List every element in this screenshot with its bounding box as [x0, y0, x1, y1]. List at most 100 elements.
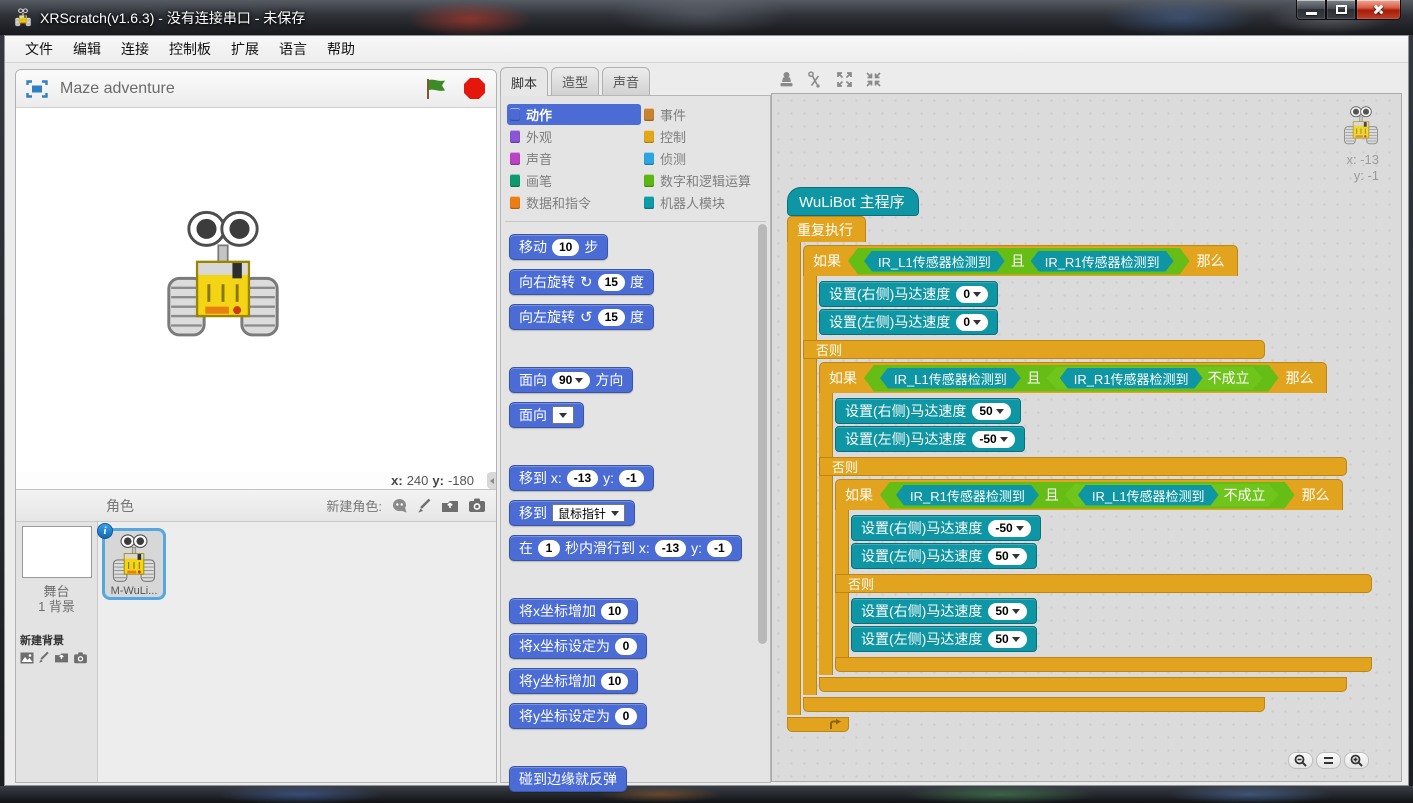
palette-block-move-steps[interactable]: 移动 10 步 [509, 234, 608, 260]
category-operators[interactable]: 数字和逻辑运算 [641, 170, 770, 191]
paint-backdrop-icon[interactable] [38, 651, 50, 664]
block-arg[interactable]: 10 [601, 603, 628, 620]
stamp-tool-icon[interactable] [777, 70, 795, 88]
motor-speed-dropdown[interactable]: 0 [956, 286, 988, 303]
category-looks[interactable]: 外观 [507, 126, 641, 147]
sensor-block-ir-l1[interactable]: IR_L1传感器检测到 [1078, 485, 1219, 506]
palette-scrollbar[interactable] [758, 224, 767, 644]
block-arg[interactable]: 1 [538, 540, 560, 557]
if-else-block-1[interactable]: 如果 IR_L1传感器检测到 且 IR_R1传感器检测到 那么 [803, 245, 1372, 712]
sprite-info-badge[interactable]: i [97, 523, 113, 539]
category-robot[interactable]: 机器人模块 [641, 192, 770, 213]
block-arg[interactable]: -1 [619, 470, 644, 487]
if-else-block-2[interactable]: 如果 IR_L1传感器检测到 且 IR_R1传感器检测到 不成立 [819, 362, 1372, 692]
sensor-block-ir-r1[interactable]: IR_R1传感器检测到 [1031, 251, 1174, 272]
palette-block-turn-right[interactable]: 向右旋转 ↻ 15 度 [509, 269, 654, 295]
palette-block-goto-pointer[interactable]: 移到 鼠标指针 [509, 500, 635, 526]
zoom-reset-button[interactable] [1316, 752, 1341, 769]
close-button[interactable] [1356, 0, 1401, 20]
collapse-stage-button[interactable] [487, 472, 496, 489]
tab-scripts[interactable]: 脚本 [500, 67, 548, 96]
not-block[interactable]: IR_L1传感器检测到 不成立 [1065, 484, 1279, 507]
stop-button[interactable] [463, 77, 486, 100]
set-right-motor-block[interactable]: 设置(右侧)马达速度 0 [819, 281, 998, 307]
menu-connect[interactable]: 连接 [111, 36, 159, 62]
maximize-button[interactable] [1326, 0, 1356, 20]
forever-block[interactable]: 重复执行 如果 IR_L1传感器检测到 且 IR_R1传感器检测到 [787, 216, 1372, 732]
and-block[interactable]: IR_R1传感器检测到 且 IR_L1传感器检测到 不成立 [880, 482, 1295, 509]
block-arg-dropdown[interactable]: 鼠标指针 [552, 504, 625, 522]
palette-block-set-y[interactable]: 将y坐标设定为 0 [509, 703, 647, 729]
palette-block-goto-xy[interactable]: 移到 x: -13 y: -1 [509, 465, 654, 491]
if-else-block-3[interactable]: 如果 IR_R1传感器检测到 且 IR_L1传感器检测到 不成立 [835, 479, 1372, 672]
sensor-block-ir-r1[interactable]: IR_R1传感器检测到 [896, 485, 1039, 506]
menu-help[interactable]: 帮助 [317, 36, 365, 62]
block-arg[interactable]: 0 [615, 638, 637, 655]
and-block[interactable]: IR_L1传感器检测到 且 IR_R1传感器检测到 [848, 248, 1190, 275]
palette-block-point-direction[interactable]: 面向 90 方向 [509, 367, 633, 393]
palette-block-change-y[interactable]: 将y坐标增加 10 [509, 668, 638, 694]
category-events[interactable]: 事件 [641, 104, 770, 125]
category-motion[interactable]: 动作 [507, 104, 641, 125]
green-flag-button[interactable] [425, 77, 449, 101]
block-arg[interactable]: 15 [598, 309, 625, 326]
stage-sprite-robot[interactable] [162, 210, 284, 342]
minimize-button[interactable] [1296, 0, 1326, 20]
menu-edit[interactable]: 编辑 [63, 36, 111, 62]
set-left-motor-block[interactable]: 设置(左侧)马达速度 50 [851, 543, 1037, 569]
menu-board[interactable]: 控制板 [159, 36, 221, 62]
motor-speed-dropdown[interactable]: 0 [956, 314, 988, 331]
set-left-motor-block[interactable]: 设置(左侧)马达速度 50 [851, 626, 1037, 652]
stage-thumbnail[interactable] [22, 526, 92, 578]
tab-costumes[interactable]: 造型 [551, 67, 599, 95]
set-right-motor-block[interactable]: 设置(右侧)马达速度 -50 [851, 515, 1041, 541]
else-bar[interactable]: 否则 [819, 457, 1347, 476]
category-sensing[interactable]: 侦测 [641, 148, 770, 169]
sensor-block-ir-r1[interactable]: IR_R1传感器检测到 [1060, 368, 1203, 389]
shrink-tool-icon[interactable] [864, 70, 882, 88]
menu-extensions[interactable]: 扩展 [221, 36, 269, 62]
script-stack[interactable]: WuLiBot 主程序 重复执行 如果 IR_L1传感器检测到 且 IR_R1传 [787, 187, 1372, 732]
menu-language[interactable]: 语言 [269, 36, 317, 62]
set-right-motor-block[interactable]: 设置(右侧)马达速度 50 [835, 398, 1021, 424]
palette-block-turn-left[interactable]: 向左旋转 ↺ 15 度 [509, 304, 654, 330]
motor-speed-dropdown[interactable]: 50 [988, 631, 1026, 648]
hat-block-wulibot-main[interactable]: WuLiBot 主程序 [787, 187, 919, 216]
motor-speed-dropdown[interactable]: 50 [972, 403, 1010, 420]
block-arg[interactable]: -13 [567, 470, 598, 487]
grow-tool-icon[interactable] [835, 70, 853, 88]
motor-speed-dropdown[interactable]: 50 [988, 548, 1026, 565]
backdrop-library-icon[interactable] [20, 652, 34, 664]
script-area[interactable]: x: -13 y: -1 WuLiBot 主程序 重复执行 如果 I [771, 93, 1402, 782]
motor-speed-dropdown[interactable]: -50 [972, 431, 1014, 448]
block-arg[interactable]: 10 [601, 673, 628, 690]
block-arg[interactable]: 10 [552, 239, 579, 256]
else-bar[interactable]: 否则 [835, 574, 1372, 593]
and-block[interactable]: IR_L1传感器检测到 且 IR_R1传感器检测到 不成立 [864, 365, 1279, 392]
else-bar[interactable]: 否则 [803, 340, 1265, 359]
fullscreen-icon[interactable] [26, 80, 48, 98]
motor-speed-dropdown[interactable]: 50 [988, 603, 1026, 620]
motor-speed-dropdown[interactable]: -50 [988, 520, 1030, 537]
block-arg-dropdown[interactable]: 90 [552, 372, 590, 389]
tab-sounds[interactable]: 声音 [602, 67, 650, 95]
block-arg[interactable]: 15 [598, 274, 625, 291]
titlebar[interactable]: XRScratch(v1.6.3) - 没有连接串口 - 未保存 [0, 0, 1413, 35]
upload-sprite-icon[interactable] [441, 498, 459, 514]
zoom-in-button[interactable] [1344, 752, 1369, 769]
camera-sprite-icon[interactable] [468, 498, 486, 513]
menu-file[interactable]: 文件 [15, 36, 63, 62]
zoom-out-button[interactable] [1288, 752, 1313, 769]
camera-backdrop-icon[interactable] [73, 652, 88, 664]
category-data[interactable]: 数据和指令 [507, 192, 641, 213]
set-left-motor-block[interactable]: 设置(左侧)马达速度 -50 [835, 426, 1025, 452]
block-arg[interactable]: -13 [655, 540, 686, 557]
block-arg[interactable]: 0 [615, 708, 637, 725]
block-arg-dropdown[interactable] [552, 406, 574, 424]
palette-block-point-towards[interactable]: 面向 [509, 402, 584, 428]
palette-block-change-x[interactable]: 将x坐标增加 10 [509, 598, 638, 624]
sensor-block-ir-l1[interactable]: IR_L1传感器检测到 [864, 251, 1005, 272]
block-arg[interactable]: -1 [707, 540, 732, 557]
scissors-tool-icon[interactable] [806, 70, 824, 88]
forever-label[interactable]: 重复执行 [787, 216, 866, 242]
